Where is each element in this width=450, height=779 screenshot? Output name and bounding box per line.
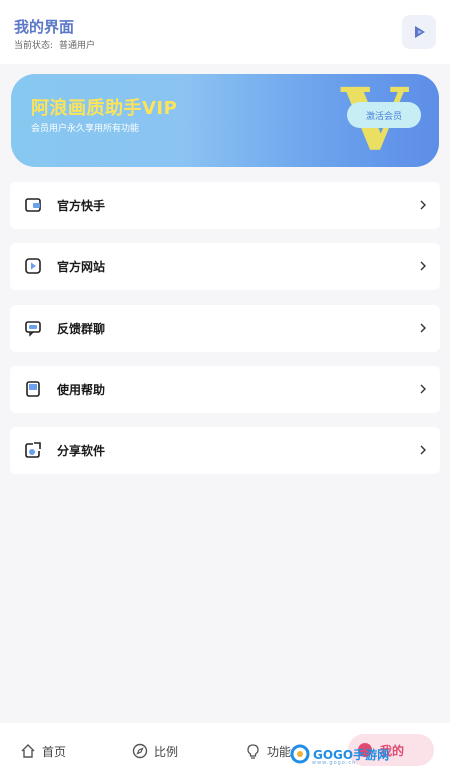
menu-item-label: 反馈群聊 — [57, 322, 106, 336]
site-watermark: GOGO手游网 www.gogo.cn — [290, 744, 389, 766]
bulb-icon — [247, 744, 259, 759]
status-value: 普通用户 — [59, 41, 96, 51]
share-icon — [25, 442, 41, 458]
compass-icon — [132, 743, 148, 759]
menu-item-label: 官方网站 — [57, 260, 106, 274]
menu-item-website[interactable]: 官方网站 — [10, 243, 440, 290]
menu-item-kuaishou[interactable]: 官方快手 — [10, 182, 440, 229]
status-label: 当前状态: — [14, 41, 54, 51]
tab-label: 功能 — [267, 744, 292, 759]
menu-item-label: 使用帮助 — [57, 383, 106, 397]
tab-ratio[interactable]: 比例 — [132, 740, 178, 762]
menu-item-share[interactable]: 分享软件 — [10, 427, 440, 474]
play-square-icon — [25, 258, 41, 274]
page-header: 我的界面 当前状态: 普通用户 — [0, 0, 450, 64]
banner-subtitle: 会员用户永久享用所有功能 — [31, 124, 140, 134]
menu-item-feedback[interactable]: 反馈群聊 — [10, 305, 440, 352]
tab-label: 首页 — [42, 744, 67, 759]
play-button[interactable] — [402, 15, 436, 49]
chevron-right-icon — [420, 445, 426, 455]
play-icon — [415, 26, 425, 38]
chevron-right-icon — [420, 323, 426, 333]
user-status: 当前状态: 普通用户 — [14, 38, 95, 51]
book-icon — [26, 381, 40, 397]
activate-vip-button[interactable]: 激活会员 — [347, 102, 421, 128]
folder-icon — [25, 198, 41, 212]
page-title: 我的界面 — [14, 18, 75, 36]
chevron-right-icon — [420, 261, 426, 271]
vip-banner[interactable]: 阿浪画质助手VIP 会员用户永久享用所有功能 V 激活会员 — [11, 74, 439, 167]
tab-home[interactable]: 首页 — [20, 740, 66, 762]
tab-label: 比例 — [154, 744, 179, 759]
tab-features[interactable]: 功能 — [245, 740, 291, 762]
watermark-logo-icon — [290, 744, 310, 764]
menu-item-label: 分享软件 — [57, 444, 106, 458]
menu-item-label: 官方快手 — [57, 199, 106, 213]
chevron-right-icon — [420, 200, 426, 210]
banner-title: 阿浪画质助手VIP — [31, 98, 178, 119]
home-icon — [21, 744, 35, 758]
watermark-subtext: www.gogo.cn — [312, 760, 357, 766]
chevron-right-icon — [420, 384, 426, 394]
chat-icon — [25, 321, 41, 337]
menu-item-help[interactable]: 使用帮助 — [10, 366, 440, 413]
